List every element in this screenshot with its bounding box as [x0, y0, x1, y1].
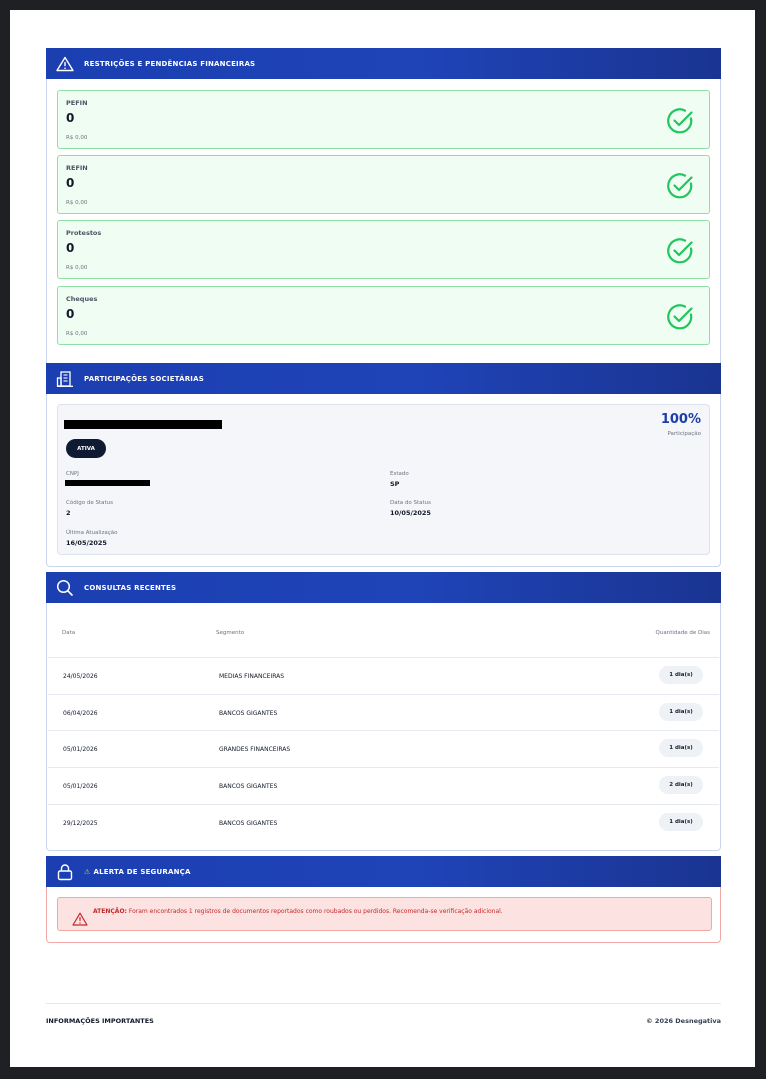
cell-dias-pill: 1 dia(s): [659, 739, 703, 757]
search-icon: [56, 579, 73, 596]
restricao-label: REFIN: [66, 164, 88, 172]
participacoes-section: PARTICIPAÇÕES SOCIETÁRIAS ATIVA 100% Par…: [46, 363, 721, 567]
table-row: 06/04/2026 BANCOS GIGANTES 1 dia(s): [48, 694, 719, 732]
data-status-value: 10/05/2025: [390, 509, 431, 517]
cell-data: 24/05/2026: [63, 673, 98, 680]
restricao-label: Protestos: [66, 229, 102, 237]
lock-icon: [57, 863, 73, 880]
table-row: 29/12/2025 BANCOS GIGANTES 1 dia(s): [48, 804, 719, 842]
participation-label: Participação: [667, 431, 701, 437]
restricao-card-cheques: Cheques 0 R$ 0,00: [57, 286, 710, 345]
redacted-cnpj: [65, 480, 150, 486]
restricao-count: 0: [66, 111, 75, 125]
footer-copyright: © 2026 Desnegativa: [646, 1017, 721, 1025]
check-circle-icon: [667, 173, 693, 199]
consultas-title: CONSULTAS RECENTES: [84, 583, 177, 592]
table-row: 05/01/2026 BANCOS GIGANTES 2 dia(s): [48, 767, 719, 805]
codigo-status-label: Código de Status: [66, 500, 113, 506]
cell-data: 06/04/2026: [63, 710, 98, 717]
alert-prefix: ATENÇÃO:: [93, 908, 127, 915]
status-badge: ATIVA: [66, 439, 106, 458]
cell-dias-pill: 1 dia(s): [659, 703, 703, 721]
restricao-amount: R$ 0,00: [66, 331, 88, 337]
check-circle-icon: [667, 238, 693, 264]
alerta-title: ⚠ ALERTA DE SEGURANÇA: [84, 868, 191, 876]
col-header-dias: Quantidade de Dias: [655, 630, 710, 636]
cell-dias-pill: 1 dia(s): [659, 666, 703, 684]
alert-message-box: ATENÇÃO: Foram encontrados 1 registros d…: [57, 897, 712, 931]
cell-data: 05/01/2026: [63, 746, 98, 753]
restricao-amount: R$ 0,00: [66, 135, 88, 141]
restricao-card-pefin: PEFIN 0 R$ 0,00: [57, 90, 710, 149]
check-circle-icon: [667, 108, 693, 134]
consultas-section: CONSULTAS RECENTES Data Segmento Quantid…: [46, 572, 721, 851]
restricao-amount: R$ 0,00: [66, 200, 88, 206]
footer-divider: [46, 1003, 721, 1004]
restricao-count: 0: [66, 241, 75, 255]
alert-text: ATENÇÃO: Foram encontrados 1 registros d…: [93, 908, 503, 915]
data-status-label: Data do Status: [390, 500, 432, 506]
ultima-atualizacao-label: Última Atualização: [66, 530, 118, 536]
cell-data: 29/12/2025: [63, 820, 98, 827]
ultima-atualizacao-value: 16/05/2025: [66, 539, 107, 547]
restricoes-title: RESTRIÇÕES E PENDÊNCIAS FINANCEIRAS: [84, 59, 256, 68]
restricao-amount: R$ 0,00: [66, 265, 88, 271]
cnpj-label: CNPJ: [66, 471, 79, 477]
cell-segmento: GRANDES FINANCEIRAS: [219, 746, 291, 753]
estado-value: SP: [390, 480, 400, 488]
cell-dias-pill: 2 dia(s): [659, 776, 703, 794]
alert-message: Foram encontrados 1 registros de documen…: [126, 908, 503, 915]
alerta-title-text: ALERTA DE SEGURANÇA: [93, 867, 191, 876]
restricoes-header: RESTRIÇÕES E PENDÊNCIAS FINANCEIRAS: [46, 48, 721, 79]
restricao-label: Cheques: [66, 295, 98, 303]
participacao-card: ATIVA 100% Participação CNPJ Estado SP C…: [57, 404, 710, 555]
warning-triangle-icon: [56, 56, 74, 71]
participacoes-header: PARTICIPAÇÕES SOCIETÁRIAS: [46, 363, 721, 394]
restricao-count: 0: [66, 176, 75, 190]
codigo-status-value: 2: [66, 509, 71, 517]
cell-segmento: BANCOS GIGANTES: [219, 710, 278, 717]
restricao-card-refin: REFIN 0 R$ 0,00: [57, 155, 710, 214]
cell-data: 05/01/2026: [63, 783, 98, 790]
cell-segmento: BANCOS GIGANTES: [219, 783, 278, 790]
restricoes-section: RESTRIÇÕES E PENDÊNCIAS FINANCEIRAS PEFI…: [46, 48, 721, 368]
estado-label: Estado: [390, 471, 409, 477]
cell-dias-pill: 1 dia(s): [659, 813, 703, 831]
participation-percent: 100%: [660, 412, 701, 427]
redacted-company-name: [64, 420, 222, 429]
restricao-count: 0: [66, 307, 75, 321]
report-page: RESTRIÇÕES E PENDÊNCIAS FINANCEIRAS PEFI…: [10, 10, 755, 1067]
col-header-segmento: Segmento: [216, 630, 245, 636]
alerta-header: ⚠ ALERTA DE SEGURANÇA: [46, 856, 721, 887]
restricao-card-protestos: Protestos 0 R$ 0,00: [57, 220, 710, 279]
participacoes-title: PARTICIPAÇÕES SOCIETÁRIAS: [84, 374, 204, 383]
warning-triangle-icon: [72, 912, 88, 926]
cell-segmento: MEDIAS FINANCEIRAS: [219, 673, 285, 680]
check-circle-icon: [667, 304, 693, 330]
building-icon: [56, 370, 73, 387]
col-header-data: Data: [62, 630, 76, 636]
footer-info-title: INFORMAÇÕES IMPORTANTES: [46, 1017, 154, 1025]
cell-segmento: BANCOS GIGANTES: [219, 820, 278, 827]
warning-emoji-icon: ⚠: [84, 867, 91, 876]
alerta-section: ⚠ ALERTA DE SEGURANÇA ATENÇÃO: Foram enco…: [46, 856, 721, 943]
restricao-label: PEFIN: [66, 99, 88, 107]
table-row: 05/01/2026 GRANDES FINANCEIRAS 1 dia(s): [48, 730, 719, 768]
consultas-header: CONSULTAS RECENTES: [46, 572, 721, 603]
table-row: 24/05/2026 MEDIAS FINANCEIRAS 1 dia(s): [48, 657, 719, 695]
